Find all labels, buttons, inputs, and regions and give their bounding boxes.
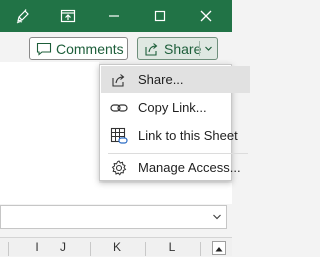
sheet-area [0, 62, 99, 204]
pen-icon [15, 8, 31, 24]
close-button[interactable] [183, 0, 229, 32]
share-label: Share [164, 40, 202, 57]
triangle-up-icon [215, 239, 223, 257]
restore-icon [154, 10, 166, 22]
share-button[interactable]: Share [137, 37, 218, 60]
column-divider [200, 242, 201, 256]
menu-item-link-to-sheet[interactable]: Link to this Sheet [101, 122, 250, 149]
sheet-link-icon [109, 127, 129, 145]
share-menu: Share... Copy Link... Link to this Sheet… [99, 64, 250, 181]
restore-button[interactable] [137, 0, 183, 32]
close-icon [200, 10, 212, 22]
pen-button[interactable] [0, 0, 46, 32]
column-headers: I J K L [0, 237, 232, 256]
ribbon-display-options-button[interactable] [45, 0, 91, 32]
menu-item-copy-link[interactable]: Copy Link... [101, 94, 250, 121]
comment-icon [36, 42, 52, 56]
menu-item-label: Manage Access... [138, 160, 241, 175]
formula-bar[interactable] [0, 205, 227, 229]
menu-item-label: Copy Link... [138, 100, 207, 115]
share-icon [144, 41, 160, 57]
menu-item-share[interactable]: Share... [101, 66, 250, 93]
chevron-down-icon[interactable] [204, 44, 213, 53]
menu-item-label: Share... [138, 72, 184, 87]
gear-icon [109, 159, 129, 176]
link-icon [109, 102, 129, 114]
expand-formula-bar-icon[interactable] [212, 213, 222, 221]
scroll-up-button[interactable] [212, 241, 226, 255]
title-bar [0, 0, 232, 32]
sheet-area-right [99, 183, 232, 204]
column-header-k[interactable]: K [89, 238, 145, 256]
share-button-divider [199, 41, 200, 56]
minimize-button[interactable] [91, 0, 137, 32]
minimize-icon [108, 10, 120, 22]
menu-item-label: Link to this Sheet [138, 128, 238, 143]
column-header-l[interactable]: L [144, 238, 200, 256]
comments-button[interactable]: Comments [29, 37, 128, 60]
column-header-j[interactable]: J [35, 238, 91, 256]
share-icon [109, 72, 129, 88]
menu-item-manage-access[interactable]: Manage Access... [101, 154, 250, 181]
ribbon-display-options-icon [60, 9, 76, 23]
comments-label: Comments [56, 40, 124, 57]
